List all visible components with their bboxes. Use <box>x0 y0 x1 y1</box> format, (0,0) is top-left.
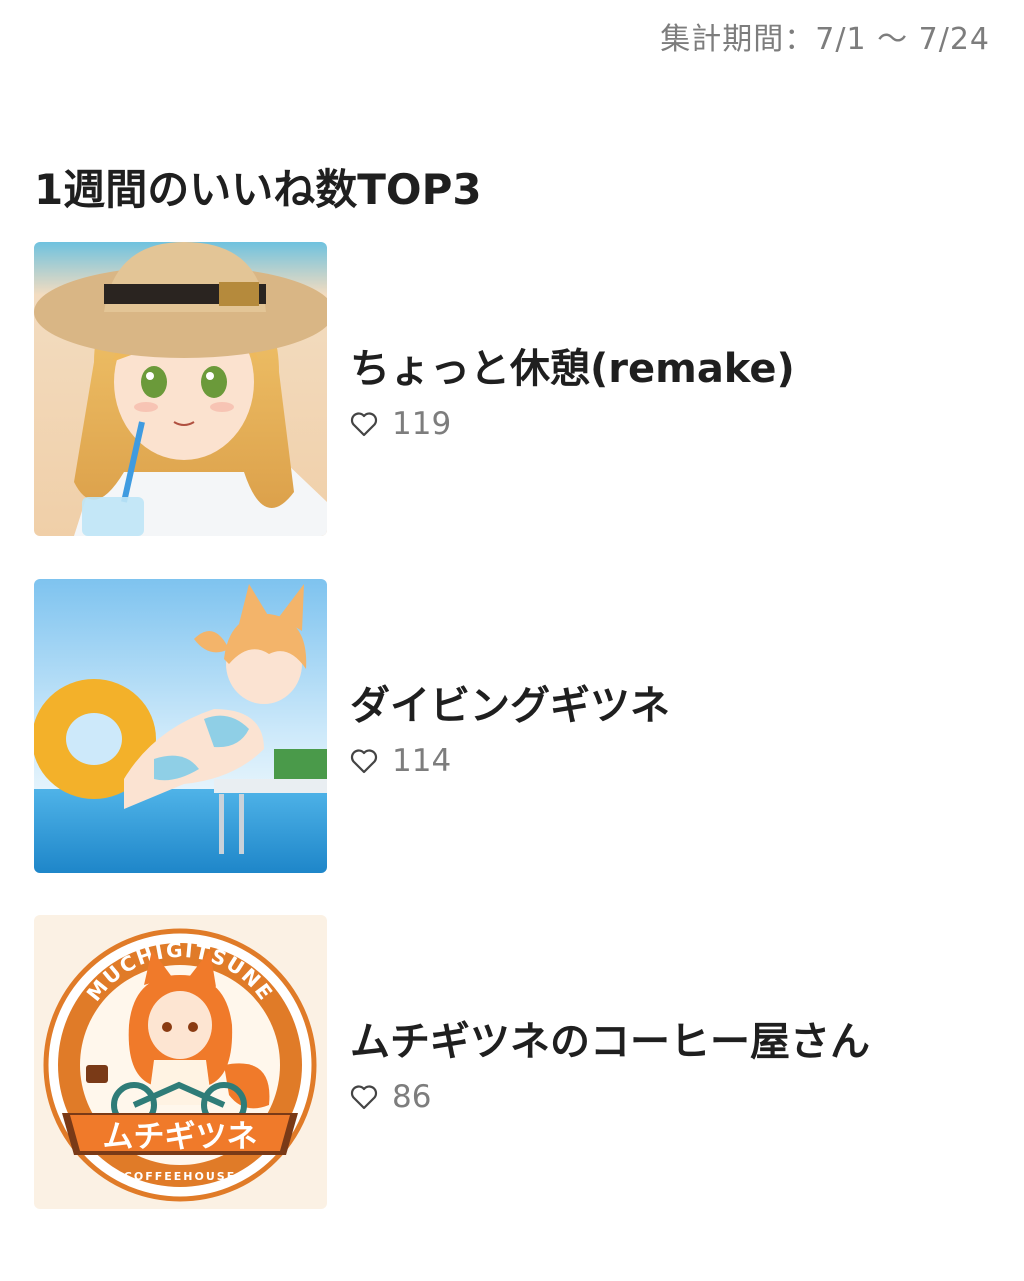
thumbnail-image <box>34 579 327 873</box>
like-count-value: 86 <box>392 1079 432 1115</box>
like-count: 114 <box>350 743 451 779</box>
like-count-value: 119 <box>392 406 452 442</box>
logo-banner-text: ムチギツネ <box>103 1119 258 1155</box>
heart-outline-icon[interactable] <box>350 411 378 437</box>
thumbnail-image <box>34 242 327 536</box>
aggregation-period: 集計期間：7/1 〜 7/24 <box>660 22 990 57</box>
thumbnail-diving-fox[interactable] <box>34 579 327 873</box>
heart-outline-icon[interactable] <box>350 1084 378 1110</box>
ranking-item-3[interactable]: MUCHIGITSUNE ムチギツネ COFFEEHOUSE ムチギツネのコーヒ… <box>34 915 994 1209</box>
ranking-item-title[interactable]: ダイビングギツネ <box>350 673 670 731</box>
muchigitsune-logo: MUCHIGITSUNE ムチギツネ COFFEEHOUSE <box>34 915 327 1209</box>
ranking-item-2[interactable]: ダイビングギツネ 114 <box>34 579 994 873</box>
logo-sub-text: COFFEEHOUSE <box>124 1170 236 1183</box>
heart-outline-icon[interactable] <box>350 748 378 774</box>
ranking-item-title[interactable]: ちょっと休憩(remake) <box>350 336 795 394</box>
ranking-item-1[interactable]: ちょっと休憩(remake) 119 <box>34 242 994 536</box>
like-count: 86 <box>350 1079 431 1115</box>
section-title: 1週間のいいね数TOP3 <box>34 165 482 214</box>
like-count-value: 114 <box>392 743 452 779</box>
thumbnail-straw-hat-girl[interactable] <box>34 242 327 536</box>
like-count: 119 <box>350 406 451 442</box>
thumbnail-muchigitsune-coffee[interactable]: MUCHIGITSUNE ムチギツネ COFFEEHOUSE <box>34 915 327 1209</box>
ranking-item-title[interactable]: ムチギツネのコーヒー屋さん <box>350 1009 870 1067</box>
